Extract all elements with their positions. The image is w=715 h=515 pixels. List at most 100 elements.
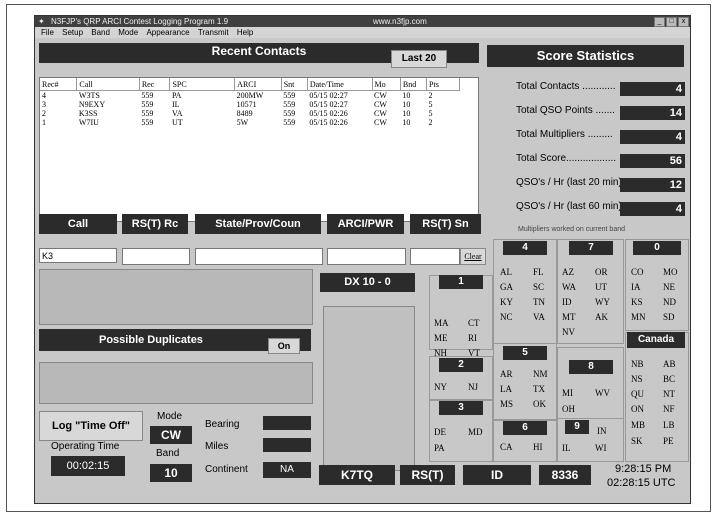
col-rec-rst[interactable]: Rec: [139, 78, 171, 91]
state-sc: SC: [533, 282, 545, 292]
app-window: ✦ N3FJP's QRP ARCI Contest Logging Progr…: [34, 15, 691, 504]
menu-mode[interactable]: Mode: [118, 28, 138, 37]
cell-pts: 2: [428, 118, 433, 127]
menu-band[interactable]: Band: [91, 28, 110, 37]
state-ut: UT: [595, 282, 607, 292]
cell-mode: CW: [374, 100, 387, 109]
menu-transmit[interactable]: Transmit: [198, 28, 229, 37]
state-fl: FL: [533, 267, 544, 277]
menu-file[interactable]: File: [41, 28, 54, 37]
rst-display: RS(T): [400, 465, 455, 485]
state-prov-country-input[interactable]: [195, 248, 323, 265]
cell-snt: 559: [283, 91, 296, 100]
possible-duplicates-list: [39, 362, 313, 404]
menu-help[interactable]: Help: [237, 28, 253, 37]
state-wi: WI: [595, 443, 607, 453]
table-row[interactable]: 1 W7IU 559 UT 5W 559 05/15 02:26 CW 10 2: [40, 118, 460, 127]
state-ok: OK: [533, 399, 546, 409]
mode-label: Mode: [157, 411, 183, 422]
state-de: DE: [434, 427, 446, 437]
state-mi: MI: [562, 388, 573, 398]
cell-arci: 5W: [236, 118, 249, 127]
recent-contacts-table[interactable]: Rec# Call Rec SPC ARCI Snt Date/Time Mo …: [39, 77, 479, 222]
bearing-label: Bearing: [205, 419, 240, 430]
state-va: VA: [533, 312, 545, 322]
cell-band: 10: [402, 118, 411, 127]
state-ks: KS: [631, 297, 643, 307]
col-spc[interactable]: SPC: [169, 78, 236, 91]
qso-rate-60-label: QSO's / Hr (last 60 min): [516, 201, 622, 212]
prov-on: ON: [631, 404, 644, 414]
state-nj: NJ: [468, 382, 479, 392]
rst-received-label: RS(T) Rc: [122, 214, 188, 234]
col-datetime[interactable]: Date/Time: [307, 78, 373, 91]
state-mo: MO: [663, 267, 678, 277]
cell-snt: 559: [283, 118, 296, 127]
col-snt[interactable]: Snt: [281, 78, 308, 91]
table-row[interactable]: 3 N9EXY 559 IL 10571 559 05/15 02:27 CW 10 5: [40, 100, 460, 109]
prov-nf: NF: [663, 404, 675, 414]
col-mode[interactable]: Mo: [372, 78, 401, 91]
col-call[interactable]: Call: [76, 78, 140, 91]
total-contacts-label: Total Contacts ............: [516, 81, 616, 92]
state-prov-country-label: State/Prov/Coun: [195, 214, 321, 234]
state-md: MD: [468, 427, 483, 437]
rst-sent-input[interactable]: [410, 248, 460, 265]
multipliers-caption: Multipliers worked on current band: [518, 226, 625, 233]
table-row[interactable]: 2 K3SS 559 VA 8489 559 05/15 02:26 CW 10 5: [40, 109, 460, 118]
menu-appearance[interactable]: Appearance: [146, 28, 189, 37]
col-arci[interactable]: ARCI: [234, 78, 282, 91]
state-ma: MA: [434, 318, 449, 328]
arci-pwr-label: ARCI/PWR: [327, 214, 404, 234]
log-time-off-button[interactable]: Log "Time Off": [39, 411, 143, 441]
multiplier-group-0-header: 0: [633, 241, 681, 255]
state-tn: TN: [533, 297, 545, 307]
col-rec[interactable]: Rec#: [40, 78, 78, 91]
state-in: IN: [597, 426, 607, 436]
mode-value[interactable]: CW: [150, 426, 192, 444]
arci-pwr-input[interactable]: [327, 248, 406, 265]
state-ar: AR: [500, 369, 513, 379]
col-pts[interactable]: Pts: [426, 78, 460, 91]
cell-call: N9EXY: [78, 100, 106, 109]
state-hi: HI: [533, 442, 543, 452]
dx-header: DX 10 - 0: [320, 273, 415, 292]
prov-mb: MB: [631, 420, 646, 430]
band-value[interactable]: 10: [150, 464, 192, 482]
call-input[interactable]: K3: [39, 248, 117, 263]
call-label: Call: [39, 214, 117, 234]
state-ak: AK: [595, 312, 608, 322]
maximize-icon[interactable]: □: [666, 17, 677, 27]
state-ms: MS: [500, 399, 514, 409]
close-icon[interactable]: x: [678, 17, 689, 27]
cell-rec: 1: [42, 118, 46, 127]
callsign-info-panel: [39, 269, 313, 325]
state-al: AL: [500, 267, 512, 277]
state-ia: IA: [631, 282, 641, 292]
last-20-button[interactable]: Last 20: [391, 50, 447, 68]
total-qso-points-label: Total QSO Points .......: [516, 105, 615, 116]
duplicates-toggle-button[interactable]: On: [268, 338, 300, 354]
state-ca: CA: [500, 442, 513, 452]
cell-mode: CW: [374, 91, 387, 100]
cell-rec: 3: [42, 100, 46, 109]
state-nc: NC: [500, 312, 513, 322]
prov-ab: AB: [663, 359, 676, 369]
prov-pe: PE: [663, 436, 674, 446]
state-az: AZ: [562, 267, 574, 277]
table-row[interactable]: 4 W3TS 559 PA 200MW 559 05/15 02:27 CW 10 2: [40, 91, 460, 101]
id-display: ID: [463, 465, 531, 485]
multiplier-group-2-header: 2: [439, 358, 483, 372]
window-url: www.n3fjp.com: [373, 17, 427, 26]
rst-received-input[interactable]: [122, 248, 190, 265]
cell-call: K3SS: [78, 109, 98, 118]
cell-arci: 10571: [236, 100, 257, 109]
cell-rec-rst: 559: [141, 118, 154, 127]
menu-setup[interactable]: Setup: [62, 28, 83, 37]
clear-button[interactable]: Clear: [460, 248, 486, 265]
state-pa: PA: [434, 443, 445, 453]
minimize-icon[interactable]: _: [654, 17, 665, 27]
operating-time-value: 00:02:15: [51, 456, 125, 476]
col-band[interactable]: Bnd: [400, 78, 428, 91]
prov-sk: SK: [631, 436, 643, 446]
